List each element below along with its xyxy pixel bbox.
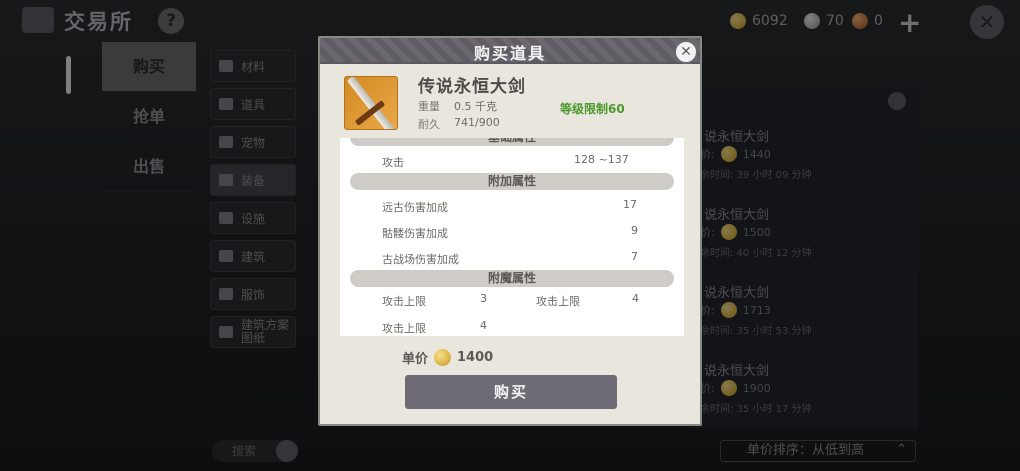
level-requirement: 等级限制60: [560, 102, 625, 116]
sword-icon: [344, 76, 398, 130]
weight-label: 重量: [418, 100, 440, 113]
attribute-label: 攻击: [382, 156, 404, 169]
sword-blade: [346, 77, 396, 129]
weight-value: 0.5 千克: [454, 100, 497, 113]
durability-label: 耐久: [418, 118, 440, 131]
enchant-attributes-header: 附魔属性: [350, 270, 674, 287]
modal-title: 购买道具: [473, 44, 546, 63]
attributes-scroll[interactable]: 基础属性 攻击 128 ~137 附加属性 远古伤害加成 17 骷髅伤害加成 9…: [340, 138, 684, 336]
attribute-value: 3: [480, 292, 487, 305]
extra-attributes-header: 附加属性: [350, 173, 674, 190]
item-name: 传说永恒大剑: [418, 77, 526, 97]
attribute-row: 攻击: [382, 154, 404, 170]
attribute-value: 128 ~137: [574, 153, 629, 166]
buy-button[interactable]: 购买: [405, 375, 617, 409]
durability-row: 耐久 741/900: [418, 116, 500, 132]
attribute-label: 远古伤害加成: [382, 201, 448, 214]
attribute-value: 7: [631, 250, 638, 263]
modal-close-button[interactable]: ✕: [674, 40, 698, 64]
weight-row: 重量 0.5 千克: [418, 98, 497, 114]
durability-value: 741/900: [454, 116, 500, 129]
attribute-value: 4: [480, 319, 487, 332]
base-attributes-header: 基础属性: [350, 138, 674, 146]
price-value: 1400: [457, 350, 494, 365]
attribute-value: 4: [632, 292, 639, 305]
purchase-modal: 购买道具 ✕ 传说永恒大剑 重量 0.5 千克 耐久 741/900 等级限制6…: [318, 36, 702, 426]
price-label: 单价: [402, 352, 429, 367]
gold-coin-icon: [434, 349, 452, 366]
attribute-label: 攻击上限: [382, 322, 426, 335]
attribute-label: 古战场伤害加成: [382, 253, 459, 266]
attribute-label: 骷髅伤害加成: [382, 227, 448, 240]
attribute-value: 9: [631, 224, 638, 237]
attribute-value: 17: [623, 198, 637, 211]
attribute-label: 攻击上限: [536, 295, 580, 308]
unit-price: 单价 1400: [402, 348, 493, 367]
attribute-label: 攻击上限: [382, 295, 426, 308]
attack-value: 128 ~137: [574, 153, 629, 166]
